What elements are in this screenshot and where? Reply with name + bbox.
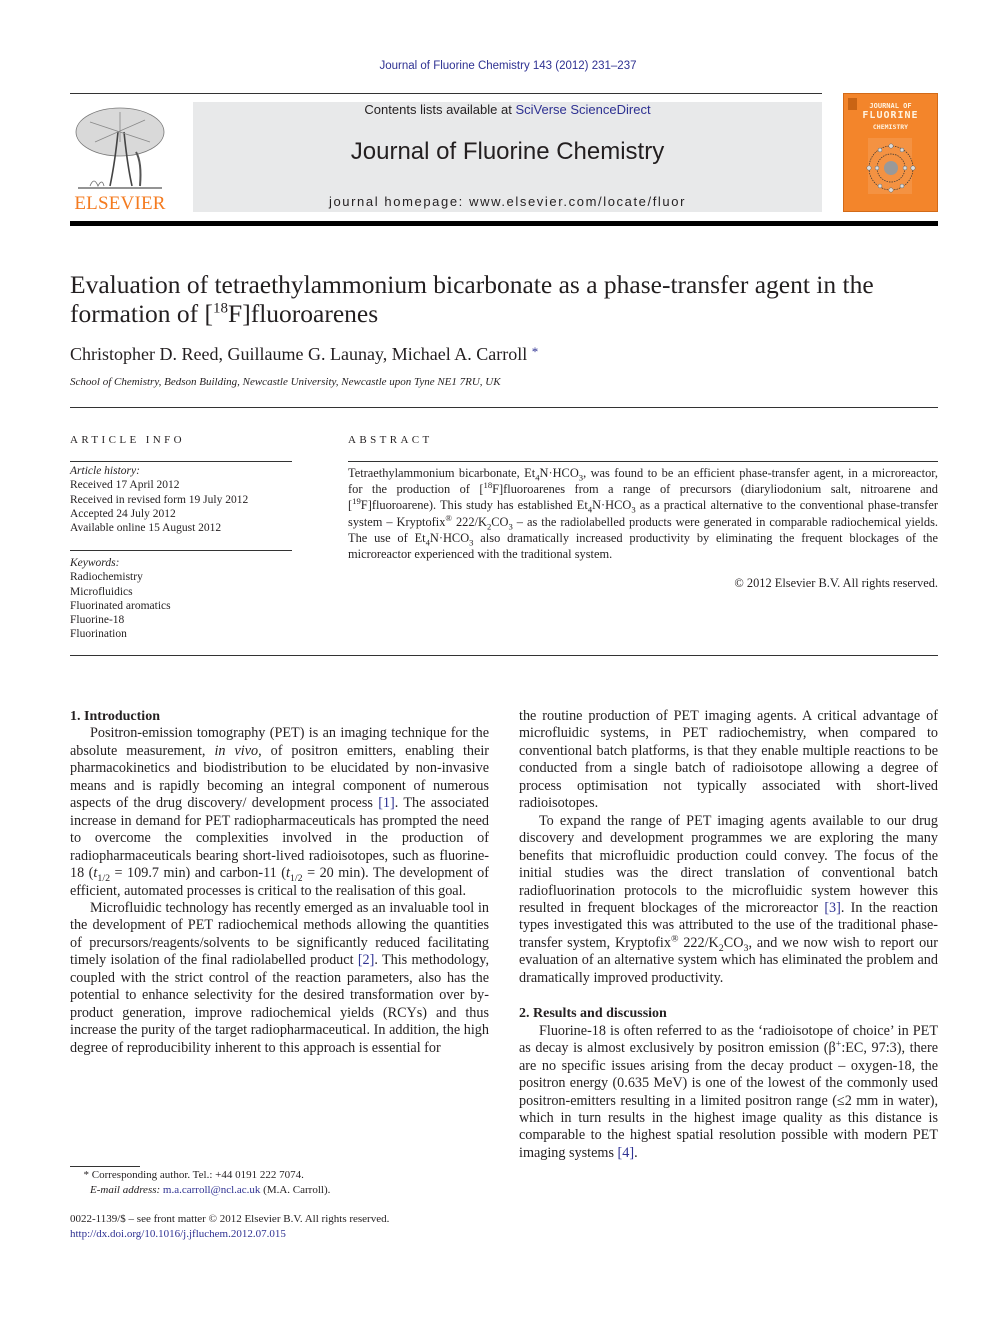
text: 222/K bbox=[678, 934, 719, 951]
superscript: 19 bbox=[352, 496, 361, 507]
journal-title: Journal of Fluorine Chemistry bbox=[350, 138, 665, 165]
authors-text: Christopher D. Reed, Guillaume G. Launay… bbox=[70, 344, 528, 364]
affiliation: School of Chemistry, Bedson Building, Ne… bbox=[70, 376, 501, 388]
article-history: Article history: Received 17 April 2012 … bbox=[70, 464, 292, 535]
abstract-text: Tetraethylammonium bicarbonate, Et bbox=[348, 466, 536, 480]
copyright-notice: © 2012 Elsevier B.V. All rights reserved… bbox=[734, 576, 938, 590]
superscript: 18 bbox=[483, 480, 493, 491]
journal-citation-link[interactable]: Journal of Fluorine Chemistry 143 (2012)… bbox=[380, 60, 637, 72]
atom-icon bbox=[866, 138, 916, 194]
front-matter: 0022-1139/$ – see front matter © 2012 El… bbox=[70, 1212, 510, 1241]
keyword-item: Fluorinated aromatics bbox=[70, 599, 171, 612]
paragraph: Positron-emission tomography (PET) is an… bbox=[70, 725, 489, 900]
keyword-item: Radiochemistry bbox=[70, 571, 143, 584]
paragraph: the routine production of PET imaging ag… bbox=[519, 708, 938, 812]
header-thick-rule bbox=[70, 221, 938, 226]
email-suffix: (M.A. Carroll). bbox=[260, 1183, 331, 1196]
reference-link-1[interactable]: [1] bbox=[378, 795, 395, 811]
italic-text: in vivo bbox=[214, 742, 259, 759]
header-rule bbox=[70, 93, 822, 94]
abstract-text: N·HCO bbox=[539, 466, 579, 480]
journal-homepage: journal homepage: www.elsevier.com/locat… bbox=[193, 194, 822, 209]
text: . bbox=[634, 1144, 638, 1161]
homepage-label: journal homepage: bbox=[328, 194, 470, 209]
email-link[interactable]: m.a.carroll@ncl.ac.uk bbox=[163, 1184, 260, 1196]
history-item: Accepted 24 July 2012 bbox=[70, 507, 176, 520]
email-note: E-mail address: m.a.carroll@ncl.ac.uk (M… bbox=[70, 1183, 490, 1198]
abstract-body: Tetraethylammonium bicarbonate, Et4N·HCO… bbox=[348, 465, 938, 562]
text: = 109.7 min) and carbon-11 ( bbox=[110, 865, 286, 882]
history-label: Article history: bbox=[70, 465, 140, 477]
keyword-item: Fluorine-18 bbox=[70, 614, 125, 627]
cover-line-2: FLUORINE bbox=[862, 110, 919, 121]
sciencedirect-link[interactable]: SciVerse ScienceDirect bbox=[515, 102, 650, 117]
abstract-heading: ABSTRACT bbox=[348, 434, 433, 446]
divider bbox=[70, 461, 292, 462]
title-superscript: 18 bbox=[213, 300, 229, 317]
history-item: Received 17 April 2012 bbox=[70, 479, 180, 492]
corresponding-author-note: * Corresponding author. Tel.: +44 0191 2… bbox=[70, 1168, 490, 1183]
body-column-right: the routine production of PET imaging ag… bbox=[519, 708, 938, 1162]
keyword-item: Microfluidics bbox=[70, 585, 133, 598]
divider bbox=[70, 550, 292, 551]
title-text-1: Evaluation of tetraethylammonium bicarbo… bbox=[70, 270, 874, 328]
body-column-left: 1. Introduction Positron-emission tomogr… bbox=[70, 708, 489, 1057]
divider bbox=[70, 655, 938, 656]
footnote-mark: * bbox=[83, 1169, 90, 1181]
article-title: Evaluation of tetraethylammonium bicarbo… bbox=[70, 270, 950, 328]
keywords: Keywords: Radiochemistry Microfluidics F… bbox=[70, 556, 292, 642]
section-heading-introduction: 1. Introduction bbox=[70, 709, 160, 724]
homepage-link[interactable]: www.elsevier.com/locate/fluor bbox=[469, 194, 686, 209]
email-label: E-mail address: bbox=[90, 1183, 163, 1196]
keyword-item: Fluorination bbox=[70, 628, 127, 641]
journal-cover-image[interactable]: JOURNAL OF FLUORINE CHEMISTRY bbox=[843, 93, 938, 212]
article-info-heading: ARTICLE INFO bbox=[70, 434, 185, 446]
cover-line-3: CHEMISTRY bbox=[872, 123, 909, 131]
abstract-text: CO bbox=[491, 514, 509, 529]
doi-link[interactable]: http://dx.doi.org/10.1016/j.jfluchem.201… bbox=[70, 1228, 286, 1240]
title-text-2: F]fluoroarenes bbox=[228, 299, 379, 328]
footnote: * Corresponding author. Tel.: +44 0191 2… bbox=[70, 1168, 490, 1197]
paragraph: Microfluidic technology has recently eme… bbox=[70, 900, 489, 1057]
section-heading-results: 2. Results and discussion bbox=[519, 1006, 667, 1022]
issn-line: 0022-1139/$ – see front matter © 2012 El… bbox=[70, 1213, 390, 1225]
abstract-text: N·HCO bbox=[429, 530, 470, 545]
abstract-text: F]fluoroarene). This study has establish… bbox=[360, 498, 588, 513]
abstract-text: 222/K bbox=[452, 514, 487, 529]
history-item: Received in revised form 19 July 2012 bbox=[70, 493, 249, 506]
abstract-text: N·HCO bbox=[592, 498, 632, 513]
divider bbox=[348, 461, 938, 462]
author-list: Christopher D. Reed, Guillaume G. Launay… bbox=[70, 344, 538, 365]
reference-link-3[interactable]: [3] bbox=[824, 900, 841, 916]
elsevier-wordmark: ELSEVIER bbox=[74, 193, 166, 214]
running-head[interactable]: Journal of Fluorine Chemistry 143 (2012)… bbox=[0, 60, 992, 72]
cover-line-1: JOURNAL OF bbox=[869, 102, 912, 110]
text: :EC, 97:3), there are no specific issues… bbox=[519, 1040, 939, 1161]
keywords-label: Keywords: bbox=[70, 557, 120, 569]
contents-line: Contents lists available at SciVerse Sci… bbox=[193, 102, 822, 117]
journal-banner: Contents lists available at SciVerse Sci… bbox=[193, 102, 822, 212]
reference-link-4[interactable]: [4] bbox=[618, 1145, 635, 1161]
divider bbox=[70, 407, 938, 408]
text: CO bbox=[723, 934, 744, 951]
paragraph: Fluorine-18 is often referred to as the … bbox=[519, 1023, 938, 1163]
footnote-text: Corresponding author. Tel.: +44 0191 222… bbox=[91, 1169, 304, 1181]
history-item: Available online 15 August 2012 bbox=[70, 522, 222, 535]
registered-mark: ® bbox=[445, 512, 452, 523]
reference-link-2[interactable]: [2] bbox=[358, 952, 375, 968]
contents-prefix: Contents lists available at bbox=[364, 102, 516, 117]
corresponding-author-mark[interactable]: * bbox=[532, 344, 539, 359]
paragraph: To expand the range of PET imaging agent… bbox=[519, 813, 938, 988]
footnote-rule bbox=[70, 1166, 140, 1167]
